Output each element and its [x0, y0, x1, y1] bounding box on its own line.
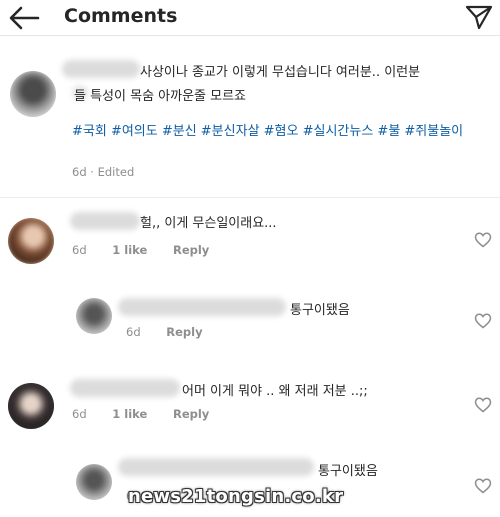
heart-icon[interactable] — [474, 397, 492, 413]
comment-text: 통구이됐음 — [318, 464, 378, 479]
caption-hashtags[interactable]: #국회 #여의도 #분신 #분신자살 #혐오 #실시간뉴스 #불 #쥐불놀이 — [72, 122, 472, 142]
heart-icon[interactable] — [474, 232, 492, 248]
comment-text: 통구이됐음 — [290, 303, 350, 318]
heart-icon[interactable] — [474, 313, 492, 329]
reply-button[interactable]: Reply — [166, 325, 202, 339]
comment-text: 헐,, 이게 무슨일이래요... — [140, 216, 277, 231]
blurred-username — [70, 212, 140, 230]
comment-time: 6d — [72, 407, 87, 421]
comment-text: 어머 이게 뭐야 .. 왜 저래 저분 ..;; — [182, 384, 368, 399]
comment-meta: 6d Reply — [126, 325, 203, 339]
page-title: Comments — [64, 5, 178, 27]
blurred-username — [70, 379, 180, 397]
caption-meta: 6d · Edited — [72, 165, 134, 179]
caption-text-line1: 사상이나 종교가 이렇게 무섭습니다 여러분.. 이런분 — [140, 65, 421, 80]
avatar[interactable] — [76, 464, 112, 500]
comment-meta: 6d 1 like Reply — [72, 407, 209, 421]
like-count[interactable]: 1 like — [112, 243, 147, 257]
caption-time: 6d — [72, 165, 87, 179]
watermark: news21tongsin.co.kr — [128, 486, 344, 507]
comments-header: Comments — [0, 0, 500, 36]
blurred-username — [118, 298, 286, 316]
avatar[interactable] — [76, 298, 112, 334]
comment-time: 6d — [126, 325, 141, 339]
post-caption: 사상이나 종교가 이렇게 무섭습니다 여러분.. 이런분 들 특성이 목숨 아까… — [0, 36, 500, 198]
caption-text-line2: 들 특성이 목숨 아까운줄 모르죠 — [74, 89, 247, 104]
avatar[interactable] — [10, 71, 56, 117]
reply-button[interactable]: Reply — [173, 407, 209, 421]
heart-icon[interactable] — [474, 478, 492, 494]
direct-send-icon[interactable] — [464, 3, 494, 31]
comment-meta: 6d 1 like Reply — [72, 243, 209, 257]
blurred-username — [62, 60, 140, 78]
blurred-username — [118, 458, 314, 476]
like-count[interactable]: 1 like — [112, 407, 147, 421]
edited-label: Edited — [97, 165, 135, 179]
back-arrow-icon[interactable] — [6, 4, 42, 32]
avatar[interactable] — [8, 383, 54, 429]
reply-button[interactable]: Reply — [173, 243, 209, 257]
meta-separator: · — [90, 165, 94, 179]
avatar[interactable] — [8, 218, 54, 264]
comment-time: 6d — [72, 243, 87, 257]
